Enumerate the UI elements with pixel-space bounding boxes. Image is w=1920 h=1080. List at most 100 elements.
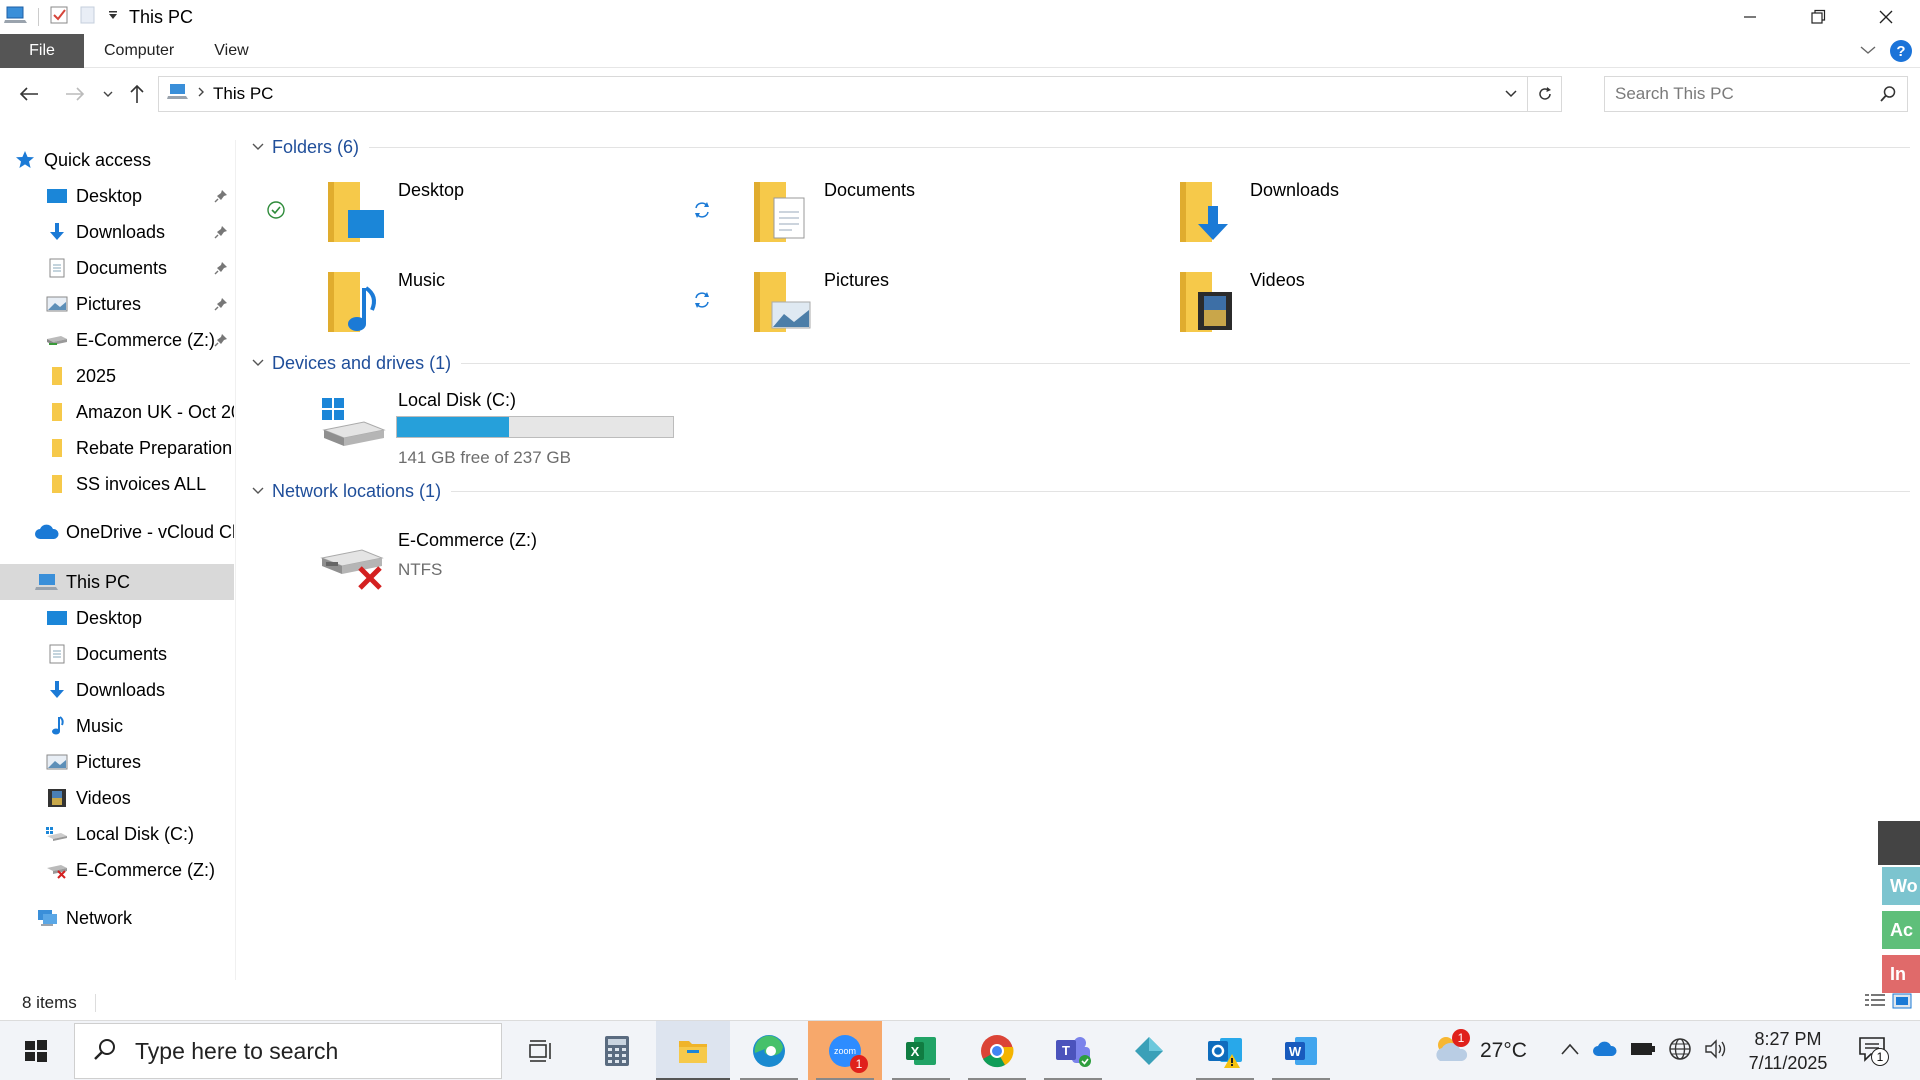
nav-quick-desktop[interactable]: Desktop	[44, 178, 234, 214]
folder-tile-videos[interactable]: Videos	[1098, 266, 1518, 350]
breadcrumb-this-pc[interactable]: This PC	[213, 84, 273, 104]
nav-quick-rebate[interactable]: Rebate Preparation	[44, 430, 234, 466]
notification-center-button[interactable]: 1	[1852, 1021, 1892, 1080]
calculator-app[interactable]	[580, 1021, 654, 1080]
nav-pc-downloads[interactable]: Downloads	[44, 672, 234, 708]
file-explorer-app[interactable]	[656, 1021, 730, 1080]
nav-pc-music[interactable]: Music	[44, 708, 234, 744]
system-clock[interactable]: 8:27 PM 7/11/2025	[1740, 1027, 1836, 1075]
notification-icon: 1	[1857, 1034, 1889, 1069]
excel-icon: X	[906, 1037, 936, 1065]
globe-icon[interactable]	[1668, 1037, 1692, 1066]
taskbar-search-box[interactable]: Type here to search	[74, 1023, 502, 1079]
volume-icon[interactable]	[1704, 1038, 1728, 1065]
nav-quick-2025[interactable]: 2025	[44, 358, 234, 394]
this-pc-icon	[167, 83, 189, 106]
ribbon-tabs: File Computer View ?	[0, 33, 1920, 68]
group-header-devices[interactable]: Devices and drives (1)	[246, 348, 1910, 378]
restore-button[interactable]	[1784, 0, 1852, 34]
tab-file[interactable]: File	[0, 33, 84, 68]
teams-app[interactable]: T	[1036, 1021, 1110, 1080]
nav-network[interactable]: Network	[34, 900, 234, 936]
side-widget-item-3[interactable]: In	[1882, 955, 1920, 993]
side-widget-item-1[interactable]: Wo	[1882, 867, 1920, 905]
videos-filmstrip-icon	[44, 787, 70, 809]
unknown-app[interactable]	[1112, 1021, 1186, 1080]
edge-app[interactable]	[732, 1021, 806, 1080]
this-pc-icon	[34, 571, 60, 593]
quick-access-toolbar	[0, 0, 119, 34]
clock-time: 8:27 PM	[1754, 1029, 1822, 1049]
chevron-up-icon[interactable]	[1560, 1042, 1580, 1061]
weather-widget[interactable]: 1 27°C	[1430, 1021, 1527, 1080]
tab-view[interactable]: View	[194, 34, 268, 68]
nav-quick-amazon-uk[interactable]: Amazon UK - Oct 20	[44, 394, 234, 430]
new-folder-icon[interactable]	[79, 5, 97, 30]
folder-tile-desktop[interactable]: Desktop	[246, 176, 666, 260]
nav-pc-documents[interactable]: Documents	[44, 636, 234, 672]
folder-tile-downloads[interactable]: Downloads	[1098, 176, 1518, 260]
nav-quick-ecommerce[interactable]: E-Commerce (Z:)	[44, 322, 234, 358]
nav-quick-pictures[interactable]: Pictures	[44, 286, 234, 322]
folder-tile-pictures[interactable]: Pictures	[672, 266, 1092, 350]
start-button[interactable]	[0, 1021, 72, 1080]
desktop-icon	[44, 185, 70, 207]
drive-tile-local-disk[interactable]: Local Disk (C:) 141 GB free of 237 GB	[246, 386, 674, 482]
nav-quick-downloads[interactable]: Downloads	[44, 214, 234, 250]
group-header-network[interactable]: Network locations (1)	[246, 476, 1910, 506]
address-dropdown-button[interactable]	[1497, 77, 1525, 111]
customize-toolbar-icon[interactable]	[107, 8, 119, 26]
side-widget-item-2[interactable]: Ac	[1882, 911, 1920, 949]
back-button[interactable]	[14, 76, 44, 112]
close-button[interactable]	[1852, 0, 1920, 34]
chrome-app[interactable]	[960, 1021, 1034, 1080]
nav-pc-pictures[interactable]: Pictures	[44, 744, 234, 780]
folder-tile-music[interactable]: Music	[246, 266, 666, 350]
teams-icon: T	[1056, 1037, 1091, 1067]
nav-pc-ecommerce[interactable]: E-Commerce (Z:)	[44, 852, 234, 888]
disk-usage-bar	[396, 416, 674, 438]
onedrive-cloud-icon[interactable]	[1592, 1040, 1618, 1063]
excel-app[interactable]: X	[884, 1021, 958, 1080]
word-app[interactable]: W	[1264, 1021, 1338, 1080]
nav-onedrive[interactable]: OneDrive - vCloud Ch	[34, 514, 234, 550]
nav-quick-ss-invoices[interactable]: SS invoices ALL	[44, 466, 234, 502]
expand-ribbon-icon[interactable]	[1860, 42, 1876, 60]
window-title: This PC	[129, 6, 194, 27]
temperature: 27°C	[1480, 1039, 1527, 1062]
nav-this-pc[interactable]: This PC	[0, 564, 234, 600]
folder-tile-documents[interactable]: Documents	[672, 176, 1092, 260]
nav-quick-documents[interactable]: Documents	[44, 250, 234, 286]
pictures-icon	[44, 293, 70, 315]
local-disk-icon	[44, 823, 70, 845]
outlook-app[interactable]	[1188, 1021, 1262, 1080]
help-icon[interactable]: ?	[1890, 40, 1912, 62]
nav-pc-desktop[interactable]: Desktop	[44, 600, 234, 636]
diamond-app-icon	[1135, 1037, 1163, 1065]
disk-usage-fill	[397, 417, 509, 437]
refresh-button[interactable]	[1527, 77, 1561, 111]
sync-pending-icon	[692, 290, 712, 315]
calculator-icon	[605, 1036, 629, 1066]
minimize-button[interactable]	[1716, 0, 1784, 34]
network-tile-ecommerce[interactable]: E-Commerce (Z:) NTFS	[246, 526, 666, 606]
breadcrumb-chevron-icon[interactable]	[197, 85, 205, 103]
recent-locations-button[interactable]	[98, 76, 118, 112]
search-placeholder: Search This PC	[1615, 84, 1734, 103]
properties-icon[interactable]	[49, 5, 69, 30]
address-bar[interactable]: This PC	[158, 76, 1562, 112]
zoom-notification-badge: 1	[850, 1055, 868, 1073]
nav-pc-local-disk[interactable]: Local Disk (C:)	[44, 816, 234, 852]
battery-icon[interactable]	[1630, 1041, 1656, 1062]
synced-check-icon	[266, 200, 286, 225]
forward-button[interactable]	[60, 76, 90, 112]
zoom-app[interactable]: zoom 1	[808, 1021, 882, 1080]
nav-quick-access[interactable]: Quick access	[12, 142, 246, 178]
task-view-button[interactable]	[504, 1021, 578, 1080]
up-button[interactable]	[124, 76, 150, 112]
search-box[interactable]: Search This PC	[1604, 76, 1908, 112]
tab-computer[interactable]: Computer	[84, 34, 194, 68]
nav-pc-videos[interactable]: Videos	[44, 780, 234, 816]
title-bar: This PC	[0, 0, 1920, 34]
group-header-folders[interactable]: Folders (6)	[246, 132, 1910, 162]
